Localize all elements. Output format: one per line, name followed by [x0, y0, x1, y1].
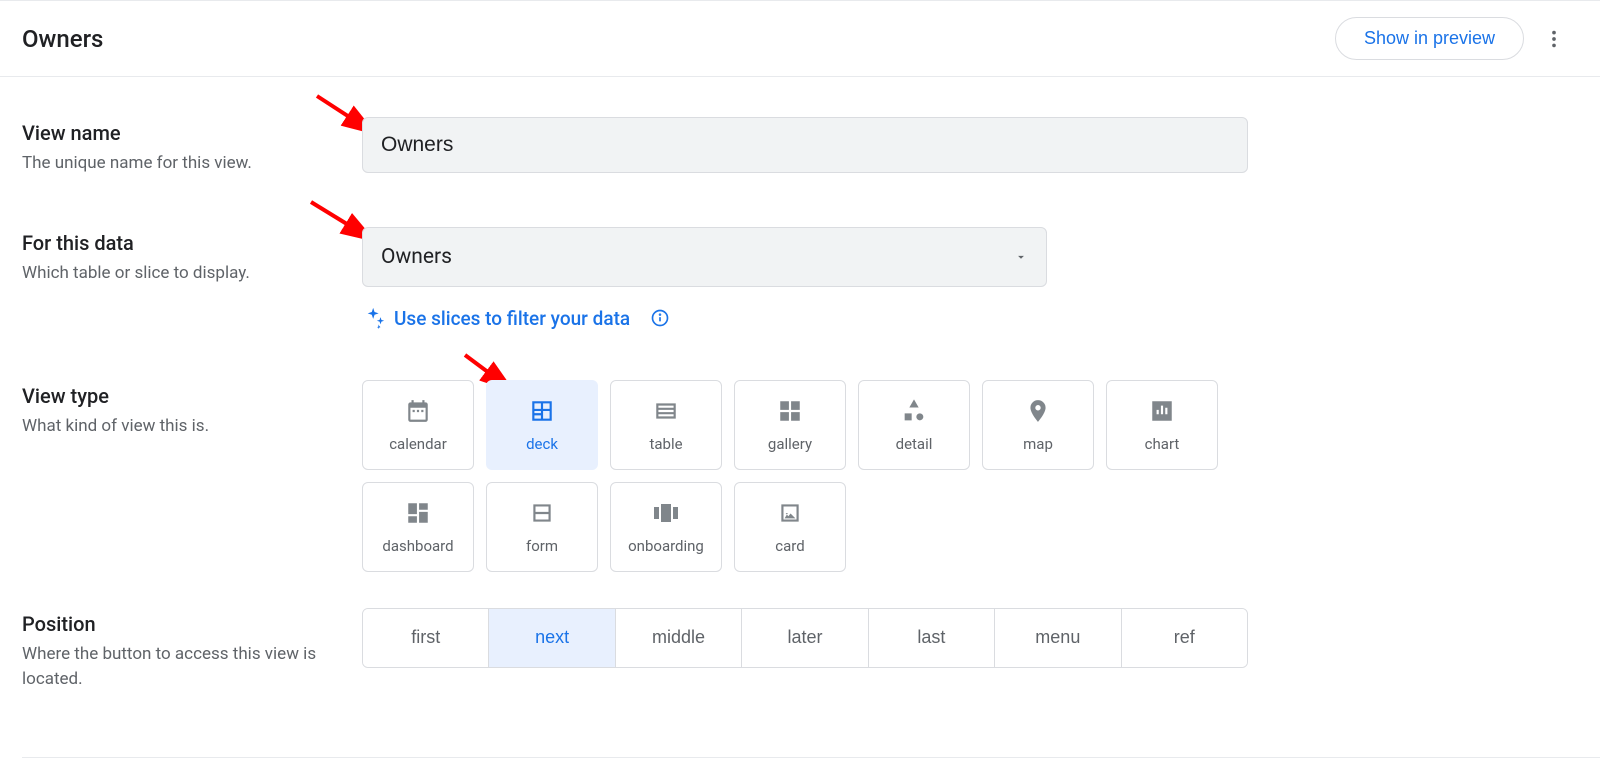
- map-icon: [1024, 397, 1052, 425]
- for-data-value: Owners: [381, 245, 452, 269]
- table-icon: [652, 397, 680, 425]
- position-last[interactable]: last: [869, 609, 995, 667]
- view-type-label: View type: [22, 384, 362, 408]
- view-type-label-text: onboarding: [628, 537, 704, 555]
- chevron-down-icon: [1014, 250, 1028, 264]
- view-type-map[interactable]: map: [982, 380, 1094, 470]
- deck-icon: [528, 397, 556, 425]
- calendar-icon: [404, 397, 432, 425]
- position-label: Position: [22, 612, 362, 636]
- view-type-form[interactable]: form: [486, 482, 598, 572]
- header: Owners Show in preview: [0, 0, 1600, 77]
- dashboard-icon: [404, 499, 432, 527]
- gallery-icon: [776, 397, 804, 425]
- view-name-label: View name: [22, 121, 362, 145]
- for-data-label: For this data: [22, 231, 362, 255]
- view-type-onboarding[interactable]: onboarding: [610, 482, 722, 572]
- detail-icon: [900, 397, 928, 425]
- view-name-input[interactable]: [362, 117, 1248, 173]
- view-type-table[interactable]: table: [610, 380, 722, 470]
- position-menu[interactable]: menu: [995, 609, 1121, 667]
- view-type-label-text: dashboard: [382, 537, 453, 555]
- view-type-label-text: table: [649, 435, 682, 453]
- view-type-card[interactable]: card: [734, 482, 846, 572]
- view-type-deck[interactable]: deck: [486, 380, 598, 470]
- view-type-label-text: map: [1023, 435, 1053, 453]
- for-data-select[interactable]: Owners: [362, 227, 1047, 287]
- show-in-preview-button[interactable]: Show in preview: [1335, 17, 1524, 60]
- position-first[interactable]: first: [363, 609, 489, 667]
- view-type-label-text: chart: [1145, 435, 1180, 453]
- onboarding-icon: [652, 499, 680, 527]
- view-type-detail[interactable]: detail: [858, 380, 970, 470]
- position-middle[interactable]: middle: [616, 609, 742, 667]
- view-type-label-text: detail: [896, 435, 933, 453]
- view-type-label-text: card: [775, 537, 804, 555]
- view-type-label-text: gallery: [768, 435, 812, 453]
- view-type-chart[interactable]: chart: [1106, 380, 1218, 470]
- chart-icon: [1148, 397, 1176, 425]
- for-data-desc: Which table or slice to display.: [22, 261, 362, 287]
- position-later[interactable]: later: [742, 609, 868, 667]
- position-next[interactable]: next: [489, 609, 615, 667]
- view-type-label-text: deck: [526, 435, 558, 453]
- view-type-gallery[interactable]: gallery: [734, 380, 846, 470]
- form-icon: [528, 499, 556, 527]
- position-desc: Where the button to access this view is …: [22, 642, 362, 693]
- kebab-icon: [1543, 28, 1565, 50]
- view-type-dashboard[interactable]: dashboard: [362, 482, 474, 572]
- use-slices-link[interactable]: Use slices to filter your data: [394, 307, 630, 330]
- position-ref[interactable]: ref: [1122, 609, 1247, 667]
- view-name-desc: The unique name for this view.: [22, 151, 362, 177]
- info-icon[interactable]: [650, 308, 670, 328]
- card-icon: [776, 499, 804, 527]
- overflow-menu-button[interactable]: [1536, 21, 1572, 57]
- view-type-desc: What kind of view this is.: [22, 414, 362, 440]
- sparkle-icon: [364, 307, 386, 329]
- divider: [22, 757, 1600, 758]
- page-title: Owners: [22, 25, 103, 53]
- view-type-label-text: form: [526, 537, 558, 555]
- view-type-calendar[interactable]: calendar: [362, 380, 474, 470]
- view-type-label-text: calendar: [389, 435, 447, 453]
